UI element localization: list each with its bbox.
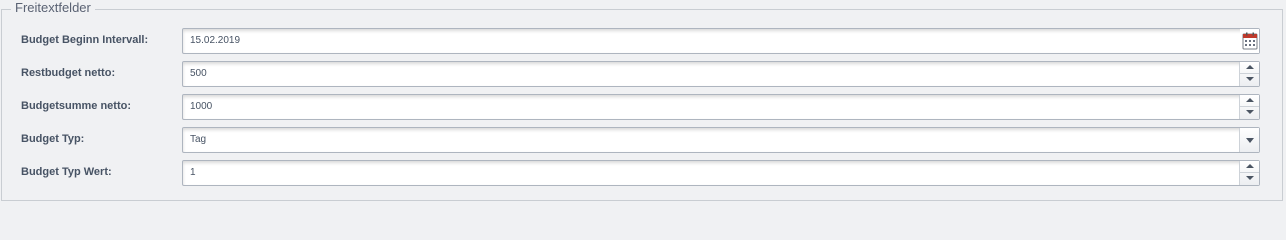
spin-down-button[interactable] — [1240, 173, 1259, 185]
form-row-budgetsumme-netto: Budgetsumme netto: 1000 — [0, 94, 1286, 120]
label-budgetsumme-netto: Budgetsumme netto: — [21, 100, 131, 112]
calendar-icon — [1242, 32, 1258, 50]
budget-typ-select[interactable]: Tag — [182, 127, 1260, 153]
budget-typ-value: Tag — [190, 134, 207, 145]
form-row-restbudget-netto: Restbudget netto: 500 — [0, 61, 1286, 87]
arrow-down-icon — [1246, 176, 1254, 180]
spin-up-button[interactable] — [1240, 95, 1259, 107]
spin-up-button[interactable] — [1240, 161, 1259, 173]
chevron-down-icon — [1246, 138, 1254, 143]
restbudget-netto-spinner — [1239, 62, 1259, 86]
label-budget-typ-wert: Budget Typ Wert: — [21, 166, 112, 178]
budget-typ-dropdown-button[interactable] — [1239, 128, 1259, 152]
spin-down-button[interactable] — [1240, 74, 1259, 86]
spin-up-button[interactable] — [1240, 62, 1259, 74]
restbudget-netto-number-field[interactable]: 500 — [182, 61, 1260, 87]
fieldset-legend: Freitextfelder — [11, 0, 95, 16]
budget-typ-wert-value: 1 — [190, 167, 196, 178]
arrow-down-icon — [1246, 77, 1254, 81]
form-row-budget-beginn-intervall: Budget Beginn Intervall: 15.02.2019 — [0, 28, 1286, 54]
budget-beginn-intervall-date-field[interactable]: 15.02.2019 — [182, 28, 1260, 54]
arrow-down-icon — [1246, 110, 1254, 114]
date-picker-button[interactable] — [1240, 29, 1259, 53]
label-budget-beginn-intervall: Budget Beginn Intervall: — [21, 34, 149, 46]
budget-typ-wert-spinner — [1239, 161, 1259, 185]
form-row-budget-typ: Budget Typ: Tag — [0, 127, 1286, 153]
spin-down-button[interactable] — [1240, 107, 1259, 119]
arrow-up-icon — [1246, 98, 1254, 102]
budget-beginn-intervall-value: 15.02.2019 — [190, 35, 241, 46]
budgetsumme-netto-number-field[interactable]: 1000 — [182, 94, 1260, 120]
restbudget-netto-value: 500 — [190, 68, 207, 79]
label-budget-typ: Budget Typ: — [21, 133, 85, 145]
label-restbudget-netto: Restbudget netto: — [21, 67, 116, 79]
budgetsumme-netto-spinner — [1239, 95, 1259, 119]
form-row-budget-typ-wert: Budget Typ Wert: 1 — [0, 160, 1286, 186]
arrow-up-icon — [1246, 65, 1254, 69]
arrow-up-icon — [1246, 164, 1254, 168]
budgetsumme-netto-value: 1000 — [190, 101, 213, 112]
budget-typ-wert-number-field[interactable]: 1 — [182, 160, 1260, 186]
